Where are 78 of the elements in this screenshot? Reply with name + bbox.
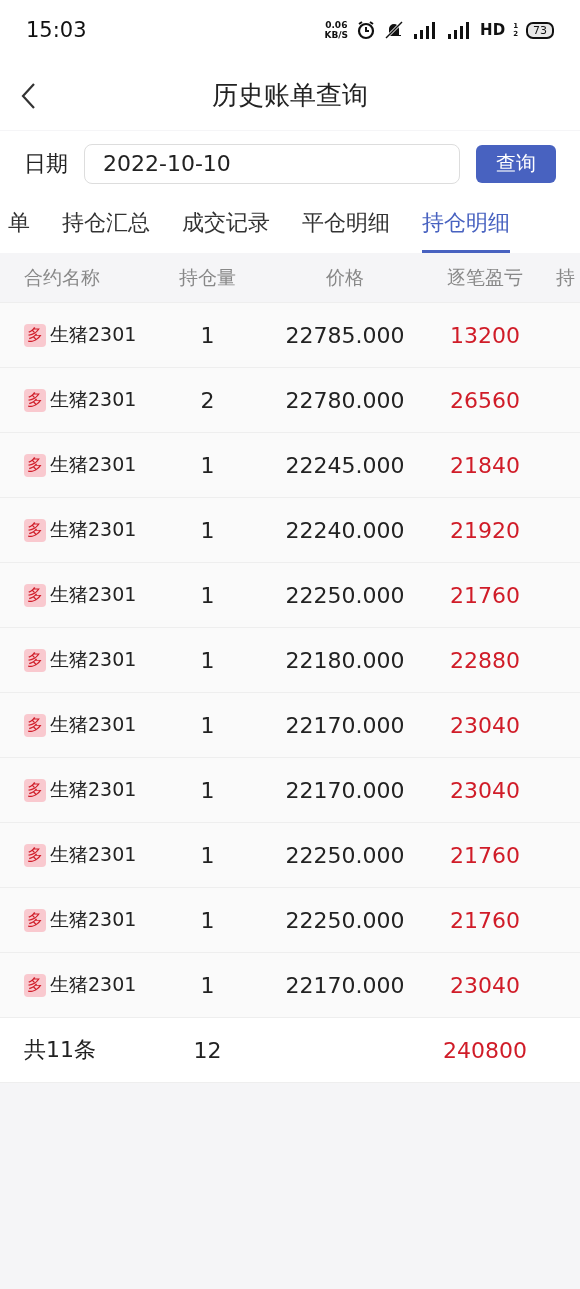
table-cell: 1 xyxy=(200,712,215,738)
column-header: 持仓量 xyxy=(179,264,236,290)
table-cell: 21760 xyxy=(450,907,520,933)
total-pnl: 240800 xyxy=(443,1037,527,1063)
table-cell: 22240.000 xyxy=(285,517,405,543)
table-cell: 22170.000 xyxy=(285,777,405,803)
status-time: 15:03 xyxy=(26,18,87,42)
table-cell: 22780.000 xyxy=(285,387,405,413)
network-speed: 0.06 KB/S xyxy=(324,20,349,40)
tab[interactable]: 持仓汇总 xyxy=(62,196,150,253)
table-cell: 1 xyxy=(200,517,215,543)
direction-tag: 多 xyxy=(24,518,46,542)
direction-tag: 多 xyxy=(24,778,46,802)
tab[interactable]: 单 xyxy=(8,196,30,253)
table-cell: 1 xyxy=(200,582,215,608)
table-cell: 1 xyxy=(200,907,215,933)
direction-tag: 多 xyxy=(24,453,46,477)
table-cell: 21760 xyxy=(450,582,520,608)
direction-tag: 多 xyxy=(24,388,46,412)
date-field[interactable]: 2022-10-10 xyxy=(84,143,460,184)
table-cell: 1 xyxy=(200,972,215,998)
table-cell: 22250.000 xyxy=(285,842,405,868)
direction-tag: 多 xyxy=(24,908,46,932)
table-cell: 1 xyxy=(200,777,215,803)
total-quantity: 12 xyxy=(193,1037,222,1063)
table-cell: 1 xyxy=(200,322,215,348)
direction-tag: 多 xyxy=(24,648,46,672)
contract-name: 生猪2301 xyxy=(50,387,137,412)
table-cell: 1 xyxy=(200,842,215,868)
table-cell: 22880 xyxy=(450,647,520,673)
contract-name: 生猪2301 xyxy=(50,452,137,477)
battery-level: 73 xyxy=(526,21,554,39)
direction-tag: 多 xyxy=(24,973,46,997)
column-header: 逐笔盈亏 xyxy=(447,264,523,290)
contract-name: 生猪2301 xyxy=(50,322,137,347)
back-icon xyxy=(20,82,36,110)
total-count: 共11条 xyxy=(24,1036,96,1064)
table-cell: 22170.000 xyxy=(285,712,405,738)
column-header: 价格 xyxy=(326,264,364,290)
table-cell: 23040 xyxy=(450,972,520,998)
contract-name: 生猪2301 xyxy=(50,842,137,867)
direction-tag: 多 xyxy=(24,843,46,867)
table-cell: 23040 xyxy=(450,777,520,803)
column-header: 合约名称 xyxy=(24,264,100,290)
table-cell: 21760 xyxy=(450,842,520,868)
contract-name: 生猪2301 xyxy=(50,517,137,542)
table-cell: 21920 xyxy=(450,517,520,543)
tab[interactable]: 成交记录 xyxy=(182,196,270,253)
table-cell: 13200 xyxy=(450,322,520,348)
hd-indicator: HD xyxy=(480,21,506,39)
muted-bell-icon xyxy=(384,20,405,40)
table-cell: 22250.000 xyxy=(285,582,405,608)
table-cell: 1 xyxy=(200,647,215,673)
table-cell: 22785.000 xyxy=(285,322,405,348)
table-cell: 22180.000 xyxy=(285,647,405,673)
column-header: 持 xyxy=(555,264,575,290)
table-cell: 22170.000 xyxy=(285,972,405,998)
alarm-icon xyxy=(356,20,377,40)
tab[interactable]: 平仓明细 xyxy=(302,196,390,253)
direction-tag: 多 xyxy=(24,323,46,347)
direction-tag: 多 xyxy=(24,713,46,737)
table-cell: 2 xyxy=(200,387,215,413)
page-title: 历史账单查询 xyxy=(212,78,368,112)
direction-tag: 多 xyxy=(24,583,46,607)
contract-name: 生猪2301 xyxy=(50,972,137,997)
table-cell: 21840 xyxy=(450,452,520,478)
contract-name: 生猪2301 xyxy=(50,647,137,672)
contract-name: 生猪2301 xyxy=(50,907,137,932)
date-label: 日期 xyxy=(24,149,68,178)
table-cell: 22250.000 xyxy=(285,907,405,933)
table-cell: 26560 xyxy=(450,387,520,413)
contract-name: 生猪2301 xyxy=(50,582,137,607)
table-cell: 23040 xyxy=(450,712,520,738)
query-button[interactable]: 查询 xyxy=(476,144,556,183)
table-cell: 22245.000 xyxy=(285,452,405,478)
contract-name: 生猪2301 xyxy=(50,712,137,737)
contract-name: 生猪2301 xyxy=(50,777,137,802)
table-cell: 1 xyxy=(200,452,215,478)
